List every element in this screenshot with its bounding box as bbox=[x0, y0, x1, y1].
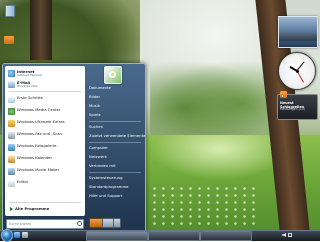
power-button[interactable] bbox=[89, 218, 103, 228]
places-separator bbox=[89, 172, 141, 173]
clock-hub bbox=[295, 69, 299, 73]
place-computer[interactable]: Computer bbox=[87, 144, 143, 152]
place-label: Suchen bbox=[89, 124, 104, 129]
place-label: Netzwerk bbox=[89, 154, 107, 159]
place-label: Musik bbox=[89, 103, 100, 108]
place-pictures[interactable]: Bilder bbox=[87, 93, 143, 101]
feed-subtitle: Meldungen (10) bbox=[280, 107, 306, 111]
recent-item-label: Windows Fotogalerie bbox=[17, 142, 57, 148]
place-documents[interactable]: Dokumente bbox=[87, 84, 143, 92]
search-icon[interactable] bbox=[77, 221, 82, 226]
place-label: Standardprogramme bbox=[89, 184, 129, 189]
recent-item-editor[interactable]: Editor bbox=[7, 178, 83, 188]
movie-maker-icon bbox=[8, 167, 15, 175]
start-menu-programs-pane: Internet Internet Explorer E-Mail Window… bbox=[5, 66, 85, 216]
start-button[interactable] bbox=[1, 229, 13, 242]
pinned-item-sublabel: Internet Explorer bbox=[17, 73, 43, 78]
fax-scan-icon bbox=[8, 131, 15, 139]
places-separator bbox=[89, 121, 141, 122]
clock-second-hand bbox=[296, 70, 304, 83]
wallpaper-flowers bbox=[150, 185, 260, 225]
recent-item-media-center[interactable]: Windows Media Center bbox=[7, 106, 83, 116]
pinned-item-sublabel: Windows Mail bbox=[17, 84, 38, 89]
feed-headlines-gadget[interactable]: Neuest Schlagzeilen Meldungen (10) bbox=[277, 91, 318, 120]
pinned-item-internet[interactable]: Internet Internet Explorer bbox=[7, 68, 83, 78]
start-menu: Internet Internet Explorer E-Mail Window… bbox=[2, 63, 146, 232]
recent-item-label: Editor bbox=[17, 178, 29, 184]
quick-launch-ie-icon[interactable] bbox=[14, 232, 20, 238]
place-default-programs[interactable]: Standardprogramme bbox=[87, 183, 143, 191]
all-programs-separator bbox=[9, 202, 81, 203]
place-network[interactable]: Netzwerk bbox=[87, 153, 143, 161]
place-control-panel[interactable]: Systemsteuerung bbox=[87, 174, 143, 182]
user-picture-flower bbox=[109, 71, 116, 78]
place-search[interactable]: Suchen bbox=[87, 123, 143, 131]
recycle-bin-glyph bbox=[5, 5, 15, 17]
rss-icon bbox=[280, 91, 287, 98]
recent-item-label: Windows Media Center bbox=[17, 106, 61, 112]
places-separator bbox=[89, 142, 141, 143]
wallpaper-trees-middle bbox=[150, 60, 270, 140]
start-search-input[interactable]: Suche starten bbox=[6, 219, 84, 229]
internet-explorer-icon bbox=[8, 69, 15, 77]
place-label: Verbinden mit bbox=[89, 163, 116, 168]
all-programs-label: Alle Programme bbox=[15, 206, 50, 211]
network-icon[interactable] bbox=[288, 233, 292, 237]
photo-gallery-icon bbox=[8, 143, 15, 151]
pinned-separator bbox=[9, 91, 81, 92]
place-label: Spiele bbox=[89, 112, 101, 117]
getting-started-icon bbox=[8, 95, 15, 103]
place-label: Hilfe und Support bbox=[89, 193, 123, 198]
recent-item-fax-scan[interactable]: Windows-Fax und -Scan bbox=[7, 130, 83, 140]
media-center-icon bbox=[8, 107, 15, 115]
windows-mail-icon bbox=[8, 80, 15, 88]
folder-glyph bbox=[4, 36, 14, 44]
recent-item-label: Windows Kalender bbox=[17, 154, 53, 160]
all-programs-button[interactable]: Alle Programme bbox=[9, 205, 83, 213]
pinned-item-email[interactable]: E-Mail Windows Mail bbox=[7, 79, 83, 89]
place-games[interactable]: Spiele bbox=[87, 111, 143, 119]
place-label: Bilder bbox=[89, 94, 101, 99]
place-help-support[interactable]: Hilfe und Support bbox=[87, 192, 143, 200]
arrow-right-icon bbox=[10, 207, 13, 211]
recent-item-label: Windows Movie Maker bbox=[17, 166, 60, 172]
recent-item-label: Erste Schritte bbox=[17, 94, 43, 100]
place-label: Zuletzt verwendete Elemente bbox=[89, 133, 146, 138]
speaker-icon[interactable] bbox=[282, 233, 286, 237]
place-recent-items[interactable]: Zuletzt verwendete Elemente bbox=[87, 132, 146, 140]
recent-item-erste-schritte[interactable]: Erste Schritte bbox=[7, 94, 83, 104]
shutdown-options-button[interactable] bbox=[113, 218, 121, 228]
recent-item-calendar[interactable]: Windows Kalender bbox=[7, 154, 83, 164]
search-placeholder: Suche starten bbox=[9, 221, 32, 226]
recent-item-ultimate-extras[interactable]: Windows Ultimate Extras bbox=[7, 118, 83, 128]
notification-area bbox=[280, 231, 318, 239]
quick-launch-desktop-icon[interactable] bbox=[22, 232, 28, 238]
recent-item-movie-maker[interactable]: Windows Movie Maker bbox=[7, 166, 83, 176]
recent-item-label: Windows Ultimate Extras bbox=[17, 118, 65, 124]
notepad-icon bbox=[8, 179, 15, 187]
place-label: Systemsteuerung bbox=[89, 175, 123, 180]
calendar-icon bbox=[8, 155, 15, 163]
wallpaper-lawn-highlight bbox=[150, 135, 290, 180]
place-connect-to[interactable]: Verbinden mit bbox=[87, 162, 143, 170]
ultimate-extras-icon bbox=[8, 119, 15, 127]
slideshow-image bbox=[279, 33, 317, 41]
slideshow-gadget[interactable] bbox=[278, 16, 318, 48]
place-label: Dokumente bbox=[89, 85, 112, 90]
wallpaper-trunk-left bbox=[30, 0, 52, 60]
user-picture[interactable] bbox=[104, 66, 122, 84]
place-label: Computer bbox=[89, 145, 108, 150]
recycle-bin-icon[interactable] bbox=[2, 4, 16, 18]
desktop-folder-icon[interactable] bbox=[2, 34, 16, 48]
recent-item-photo-gallery[interactable]: Windows Fotogalerie bbox=[7, 142, 83, 152]
clock-gadget[interactable] bbox=[278, 52, 316, 90]
place-music[interactable]: Musik bbox=[87, 102, 143, 110]
recent-item-label: Windows-Fax und -Scan bbox=[17, 130, 62, 136]
